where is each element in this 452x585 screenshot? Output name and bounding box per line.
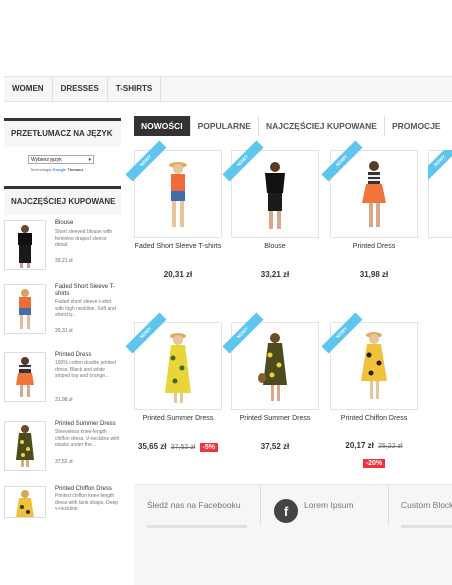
old-price: 25,22 zł xyxy=(378,443,403,450)
menu-item-women[interactable]: WOMEN xyxy=(4,77,53,101)
best-seller-item[interactable]: Blouse Short sleeved blouse with feminin… xyxy=(4,220,121,280)
price-row: 20,31 zł xyxy=(134,270,222,279)
language-select-value: Wybierz język xyxy=(31,157,62,163)
powered-prefix: Technologia xyxy=(30,167,52,172)
footer-divider xyxy=(260,485,261,525)
product-name[interactable]: Faded Short Sleeve T-shirts xyxy=(134,241,222,252)
product-name[interactable]: Printed Dress xyxy=(330,241,418,252)
product-price: 31,98 zł xyxy=(359,270,389,279)
top-menu: WOMEN DRESSES T-SHIRTS xyxy=(4,76,452,102)
tab-popular[interactable]: POPULARNE xyxy=(191,116,259,136)
product-thumbnail[interactable] xyxy=(4,486,46,518)
price-row: 37,52 zł xyxy=(231,442,319,451)
product-thumbnail[interactable] xyxy=(4,352,46,402)
product-name[interactable]: Printed Summer Dress xyxy=(231,413,319,424)
translate-label: Tłumacz xyxy=(67,167,84,172)
best-item-name[interactable]: Printed Summer Dress xyxy=(55,421,121,428)
discount-badge: -20% xyxy=(362,459,386,468)
discount-row: -20% xyxy=(330,452,418,470)
product-name[interactable]: Blouse xyxy=(231,241,319,252)
product-price: 20,31 zł xyxy=(163,270,193,279)
best-seller-item[interactable]: Printed Chiffon Dress Printed chiffon kn… xyxy=(4,486,121,518)
best-seller-item[interactable]: Printed Dress 100% cotton double printed… xyxy=(4,352,121,412)
best-item-desc: Faded short sleeve t-shirt with high nec… xyxy=(55,299,116,318)
product-thumbnail[interactable] xyxy=(4,284,46,334)
product-name[interactable]: Printed Summer Dress xyxy=(134,413,222,424)
discount-badge: -5% xyxy=(199,443,218,452)
best-item-price: 20,31 zł xyxy=(55,328,73,334)
facebook-block-title[interactable]: Śledź nas na Facebooku xyxy=(147,485,241,525)
chevron-down-icon: ▾ xyxy=(88,157,91,163)
footer-divider xyxy=(388,485,389,525)
menu-item-tshirts[interactable]: T-SHIRTS xyxy=(108,77,162,101)
product-price: 20,17 zł xyxy=(345,441,374,450)
tab-new[interactable]: NOWOŚCI xyxy=(134,116,191,136)
product-price: 35,65 zł xyxy=(138,442,167,451)
product-price: 37,52 zł xyxy=(260,442,290,451)
best-item-name[interactable]: Printed Dress xyxy=(55,352,121,359)
best-item-price: 31,98 zł xyxy=(55,397,73,403)
product-price: 33,21 zł xyxy=(260,270,290,279)
best-item-desc: Sleeveless knee-length chiffon dress. V-… xyxy=(55,429,120,448)
product-thumbnail[interactable] xyxy=(4,421,46,471)
best-item-name[interactable]: Faded Short Sleeve T-shirts xyxy=(55,284,121,298)
product-thumbnail[interactable] xyxy=(4,220,46,270)
footer-underline xyxy=(147,525,247,528)
price-row: 20,17 zł 25,22 zł xyxy=(330,441,418,450)
tab-best-sellers[interactable]: NAJCZĘŚCIEJ KUPOWANE xyxy=(259,116,385,136)
best-item-desc: 100% cotton double printed dress. Black … xyxy=(55,360,116,379)
best-item-name[interactable]: Blouse xyxy=(55,220,121,227)
best-item-name[interactable]: Printed Chiffon Dress xyxy=(55,486,121,493)
price-row: 33,21 zł xyxy=(231,270,319,279)
footer: Śledź nas na Facebooku f Lorem Ipsum Cus… xyxy=(134,484,452,585)
google-logo: Google xyxy=(52,167,67,172)
old-price: 37,52 zł xyxy=(170,444,196,451)
product-tabs: NOWOŚCI POPULARNE NAJCZĘŚCIEJ KUPOWANE P… xyxy=(134,116,452,136)
best-seller-item[interactable]: Printed Summer Dress Sleeveless knee-len… xyxy=(4,421,121,481)
custom-block-title: Custom Block xyxy=(401,500,452,510)
best-sellers-title: NAJCZĘŚCIEJ KUPOWANE xyxy=(4,186,121,215)
product-card-partial[interactable]: NOWY xyxy=(428,150,452,238)
language-select[interactable]: Wybierz język ▾ xyxy=(28,155,94,164)
best-seller-item[interactable]: Faded Short Sleeve T-shirts Faded short … xyxy=(4,284,121,344)
powered-by-google: Technologia Google Tłumacz xyxy=(30,167,83,172)
tab-specials[interactable]: PROMOCJE xyxy=(385,116,448,136)
price-row: 35,65 zł 37,52 zł -5% xyxy=(134,442,222,452)
lorem-title: Lorem Ipsum xyxy=(304,500,354,510)
best-item-price: 37,52 zł xyxy=(55,459,73,465)
menu-item-dresses[interactable]: DRESSES xyxy=(53,77,108,101)
facebook-icon[interactable]: f xyxy=(274,499,298,523)
best-item-desc: Printed chiffon knee length dress with t… xyxy=(55,493,119,512)
best-item-price: 33,21 zł xyxy=(55,258,73,264)
best-item-desc: Short sleeved blouse with feminine drape… xyxy=(55,229,112,248)
product-name[interactable]: Printed Chiffon Dress xyxy=(330,413,418,424)
footer-underline xyxy=(401,525,452,528)
price-row: 31,98 zł xyxy=(330,270,418,279)
translator-title: PRZETŁUMACZ NA JĘZYK xyxy=(4,118,121,147)
